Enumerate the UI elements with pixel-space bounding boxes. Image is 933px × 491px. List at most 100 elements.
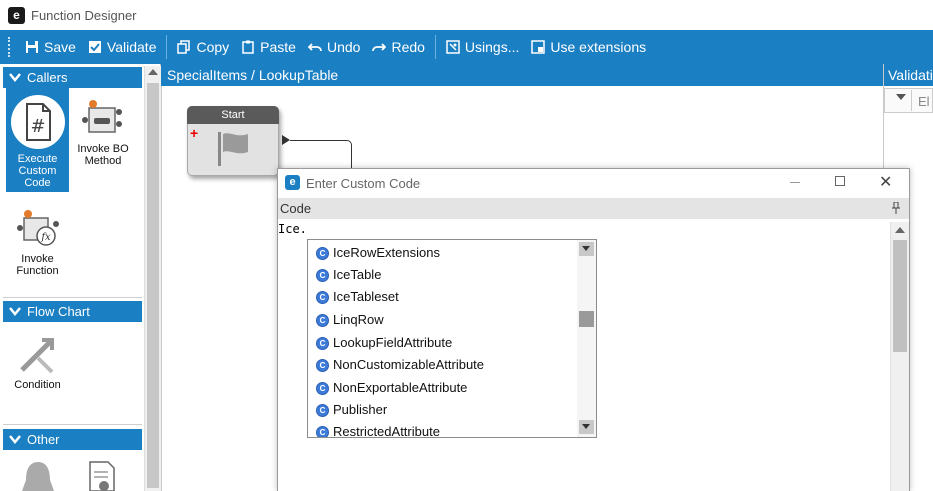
tool-invoke-bo-method[interactable]: Invoke BO Method — [72, 88, 134, 192]
list-item-label: RestrictedAttribute — [333, 424, 440, 438]
paste-button[interactable]: Paste — [235, 30, 302, 64]
dropdown-arrow-icon[interactable] — [896, 94, 906, 100]
usings-button[interactable]: Usings... — [440, 30, 525, 64]
class-icon: C — [316, 336, 329, 350]
list-item[interactable]: C IceRowExtensions — [316, 242, 440, 264]
undo-label: Undo — [326, 39, 361, 55]
document-settings-icon[interactable] — [84, 460, 120, 491]
usings-icon — [446, 40, 460, 54]
minimize-icon[interactable] — [790, 182, 800, 183]
redo-button[interactable]: Redo — [366, 30, 430, 64]
undo-arrow-icon — [307, 43, 322, 52]
list-item-label: IceTableset — [333, 289, 399, 304]
tool-label: Condition — [14, 379, 61, 391]
invoke-function-icon: fx — [16, 210, 59, 246]
save-label: Save — [44, 39, 76, 55]
palette-section-flow-chart[interactable]: Flow Chart — [3, 301, 142, 322]
scroll-down-button[interactable] — [579, 420, 594, 434]
list-item[interactable]: C RestrictedAttribute — [316, 421, 440, 438]
code-pane-title: Code — [280, 201, 312, 216]
paste-label: Paste — [260, 39, 296, 55]
title-bar — [0, 0, 933, 30]
palette-scrollbar[interactable] — [144, 66, 161, 491]
class-icon: C — [316, 381, 329, 395]
list-item-label: NonCustomizableAttribute — [333, 357, 485, 372]
validate-label: Validate — [106, 39, 157, 55]
class-icon: C — [316, 290, 329, 304]
scroll-up-arrow-icon[interactable] — [895, 227, 905, 233]
chevron-down-icon — [9, 73, 21, 82]
list-item[interactable]: C LinqRow — [316, 309, 384, 331]
clipboard-icon — [242, 40, 254, 54]
palette-section-callers[interactable]: Callers — [3, 67, 142, 88]
list-item[interactable]: C IceTableset — [316, 286, 399, 308]
close-icon[interactable]: ✕ — [879, 172, 892, 192]
column-separator — [911, 90, 912, 111]
list-item[interactable]: C NonCustomizableAttribute — [316, 354, 484, 376]
plus-icon[interactable]: + — [190, 125, 198, 141]
redo-label: Redo — [391, 39, 425, 55]
palette-section-other[interactable]: Other — [3, 429, 142, 450]
list-item-label: NonExportableAttribute — [333, 380, 468, 395]
class-icon: C — [316, 403, 329, 417]
undo-button[interactable]: Undo — [302, 30, 366, 64]
maximize-icon[interactable] — [835, 176, 845, 186]
chevron-down-icon — [9, 435, 21, 444]
tool-label: Invoke Function — [16, 253, 59, 277]
autocomplete-scrollbar[interactable] — [577, 240, 596, 437]
invoke-bo-method-icon — [82, 100, 122, 133]
toolbar-separator — [434, 35, 436, 59]
svg-text:fx: fx — [40, 232, 51, 243]
redo-arrow-icon — [372, 43, 387, 52]
use-extensions-button[interactable]: Use extensions — [525, 30, 652, 64]
checkbox-check-icon — [88, 41, 101, 53]
editor-scrollbar[interactable] — [890, 222, 909, 491]
app-logo-icon: e — [8, 7, 25, 24]
flow-connector — [290, 140, 352, 170]
scrollbar-thumb[interactable] — [147, 83, 159, 488]
save-button[interactable]: Save — [19, 30, 82, 64]
list-item[interactable]: C IceTable — [316, 264, 381, 286]
toolbar-grip[interactable] — [8, 37, 13, 57]
flag-icon — [218, 132, 248, 166]
custom-code-hash-icon: # — [10, 95, 65, 149]
connector-arrow-icon — [282, 135, 290, 145]
class-icon: C — [316, 425, 329, 437]
palette-section-title: Flow Chart — [27, 304, 90, 319]
scroll-up-arrow-icon[interactable] — [148, 69, 158, 75]
palette-section-title: Other — [27, 432, 60, 447]
list-item-label: IceTable — [333, 267, 382, 282]
list-item[interactable]: C Publisher — [316, 399, 387, 421]
copy-button[interactable]: Copy — [171, 30, 235, 64]
autocomplete-list[interactable]: C IceRowExtensions C IceTable C IceTableset… — [307, 239, 597, 438]
list-item[interactable]: C NonExportableAttribute — [316, 377, 467, 399]
breadcrumb: SpecialItems / LookupTable — [161, 64, 883, 86]
class-icon: C — [316, 313, 329, 327]
scroll-up-button[interactable] — [579, 242, 594, 256]
extensions-icon — [531, 40, 546, 54]
class-icon: C — [316, 268, 329, 282]
scrollbar-thumb[interactable] — [893, 240, 907, 352]
section-divider — [3, 297, 142, 298]
tool-execute-custom-code[interactable]: # Execute Custom Code — [6, 88, 69, 192]
pin-icon[interactable] — [892, 202, 900, 214]
copy-label: Copy — [196, 39, 230, 55]
condition-arrows-icon — [19, 338, 54, 374]
scrollbar-thumb[interactable] — [579, 311, 594, 327]
validation-title: Validation — [884, 64, 933, 86]
bell-icon[interactable] — [18, 458, 58, 491]
tool-invoke-function[interactable]: fx Invoke Function — [6, 200, 69, 290]
dialog-logo-icon: e — [285, 175, 300, 190]
code-pane-header: Code — [278, 198, 909, 219]
window-title: Function Designer — [31, 8, 137, 23]
list-item-label: IceRowExtensions — [333, 245, 440, 260]
tool-condition[interactable]: Condition — [6, 326, 69, 402]
validation-column-header[interactable]: El — [918, 94, 930, 109]
section-divider — [3, 424, 142, 425]
validate-button[interactable]: Validate — [82, 30, 163, 64]
start-node-title: Start — [187, 106, 279, 124]
list-item[interactable]: C LookupFieldAttribute — [316, 332, 452, 354]
code-text[interactable]: Ice. — [278, 222, 307, 236]
usings-label: Usings... — [464, 39, 520, 55]
list-item-label: LookupFieldAttribute — [333, 335, 453, 350]
